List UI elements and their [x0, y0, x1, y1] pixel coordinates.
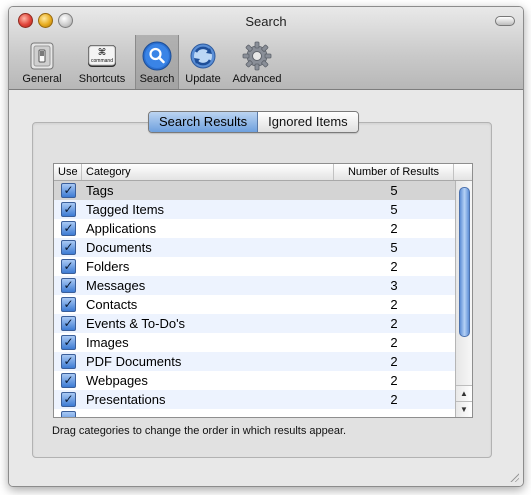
- column-header-category[interactable]: Category: [82, 164, 334, 180]
- table-row[interactable]: ✓ PDF Documents 2: [54, 352, 455, 371]
- use-checkbox[interactable]: ✓: [61, 278, 76, 293]
- use-checkbox[interactable]: ✓: [61, 221, 76, 236]
- toolbar-update-label: Update: [185, 73, 221, 85]
- use-checkbox[interactable]: ✓: [61, 335, 76, 350]
- use-checkbox[interactable]: ✓: [61, 316, 76, 331]
- table-row[interactable]: ✓ Tags 5: [54, 181, 455, 200]
- category-name: Tagged Items: [86, 202, 165, 217]
- category-name: Documents: [86, 240, 152, 255]
- scroll-down-arrow-icon[interactable]: ▼: [456, 401, 472, 417]
- category-name: Events & To-Do's: [86, 316, 186, 331]
- table-row[interactable]: ✓ Messages 3: [54, 276, 455, 295]
- category-name: Applications: [86, 221, 157, 236]
- use-checkbox[interactable]: ✓: [61, 392, 76, 407]
- table-row[interactable]: [54, 409, 455, 417]
- command-key-glyph: ⌘: [98, 47, 107, 57]
- use-checkbox[interactable]: ✓: [61, 373, 76, 388]
- tab-ignored-items[interactable]: Ignored Items: [258, 112, 358, 132]
- result-count: 5: [390, 183, 398, 198]
- category-name: PDF Documents: [86, 354, 182, 369]
- window-title: Search: [245, 14, 287, 29]
- segmented-control: Search Results Ignored Items: [148, 111, 359, 133]
- toolbar-advanced-button[interactable]: Advanced: [229, 35, 285, 89]
- toolbar-general-button[interactable]: General: [15, 35, 69, 89]
- use-checkbox[interactable]: ✓: [61, 297, 76, 312]
- preferences-window: Search General ⌘ command Shortcuts Searc…: [8, 6, 524, 487]
- table-row[interactable]: ✓ Contacts 2: [54, 295, 455, 314]
- use-checkbox[interactable]: ✓: [61, 183, 76, 198]
- table-row[interactable]: ✓ Documents 5: [54, 238, 455, 257]
- toolbar-update-button[interactable]: Update: [179, 35, 227, 89]
- toolbar-search-label: Search: [139, 73, 175, 85]
- command-key-icon: ⌘ command: [88, 45, 116, 67]
- toolbar-search-button[interactable]: Search: [135, 35, 179, 89]
- category-name: Presentations: [86, 392, 166, 407]
- magnifier-icon: [142, 41, 172, 71]
- tab-search-results[interactable]: Search Results: [149, 112, 259, 132]
- vertical-scrollbar[interactable]: ▲ ▼: [455, 181, 472, 417]
- category-name: Webpages: [86, 373, 148, 388]
- category-name: Contacts: [86, 297, 138, 312]
- use-checkbox[interactable]: ✓: [61, 202, 76, 217]
- gear-icon: [242, 41, 272, 71]
- category-name: Tags: [86, 183, 114, 198]
- column-header-number-of-results[interactable]: Number of Results: [334, 164, 454, 180]
- result-count: 2: [390, 316, 398, 331]
- result-count: 2: [390, 392, 398, 407]
- result-count: 2: [390, 354, 398, 369]
- drag-order-hint: Drag categories to change the order in w…: [52, 425, 347, 437]
- use-checkbox[interactable]: ✓: [61, 354, 76, 369]
- result-count: 2: [390, 373, 398, 388]
- result-count: 3: [390, 278, 398, 293]
- scrollbar-thumb[interactable]: [459, 187, 470, 337]
- titlebar: Search General ⌘ command Shortcuts Searc…: [9, 7, 523, 90]
- result-count: 5: [390, 202, 398, 217]
- table-row[interactable]: ✓ Folders 2: [54, 257, 455, 276]
- table-row[interactable]: ✓ Events & To-Do's 2: [54, 314, 455, 333]
- result-count: 2: [390, 297, 398, 312]
- toolbar-shortcuts-button[interactable]: ⌘ command Shortcuts: [71, 35, 133, 89]
- column-header-use[interactable]: Use: [54, 164, 82, 180]
- category-name: Messages: [86, 278, 146, 293]
- result-count: 2: [390, 221, 398, 236]
- toolbar-general-label: General: [22, 73, 62, 85]
- scroll-up-arrow-icon[interactable]: ▲: [456, 385, 472, 401]
- table-row[interactable]: ✓ Presentations 2: [54, 390, 455, 409]
- category-name: Folders: [86, 259, 130, 274]
- toolbar-advanced-label: Advanced: [232, 73, 282, 85]
- use-checkbox[interactable]: ✓: [61, 240, 76, 255]
- refresh-globe-icon: [190, 43, 216, 69]
- table-row[interactable]: ✓ Applications 2: [54, 219, 455, 238]
- toolbar-shortcuts-label: Shortcuts: [78, 73, 126, 85]
- result-count: 2: [390, 259, 398, 274]
- table-row[interactable]: ✓ Images 2: [54, 333, 455, 352]
- table-row[interactable]: ✓ Webpages 2: [54, 371, 455, 390]
- table-rows: ✓ Tags 5 ✓ Tagged Items 5 ✓ Applications…: [54, 181, 455, 417]
- result-count: 5: [390, 240, 398, 255]
- general-switch-icon: [30, 42, 54, 70]
- result-count: 2: [390, 335, 398, 350]
- search-pane: Search Results Ignored Items Use Categor…: [9, 90, 523, 486]
- categories-table: Use Category Number of Results ✓ Tags 5 …: [53, 163, 473, 418]
- toolbar-toggle-button[interactable]: [495, 16, 515, 26]
- category-name: Images: [86, 335, 129, 350]
- table-row[interactable]: ✓ Tagged Items 5: [54, 200, 455, 219]
- command-key-subtext: command: [91, 58, 113, 64]
- use-checkbox[interactable]: ✓: [61, 259, 76, 274]
- use-checkbox[interactable]: [61, 411, 76, 417]
- table-header: Use Category Number of Results: [54, 164, 472, 181]
